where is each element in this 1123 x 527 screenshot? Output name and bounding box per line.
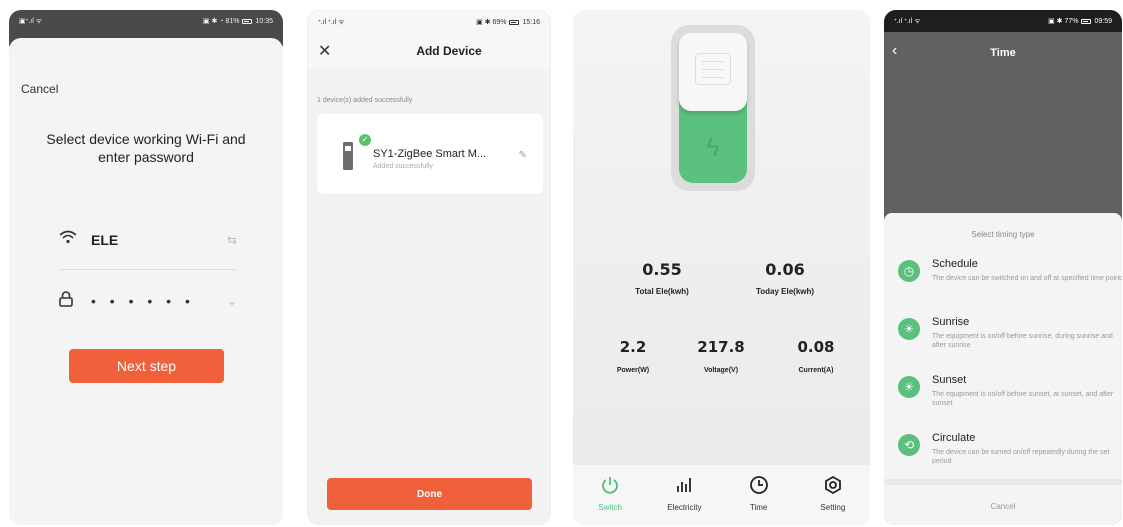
option-name: Sunset <box>932 374 967 386</box>
lightning-icon: ϟ <box>706 132 720 162</box>
cancel-button[interactable]: Cancel <box>21 82 58 96</box>
done-button[interactable]: Done <box>327 478 532 510</box>
page-title: Select device working Wi-Fi and enter pa… <box>46 131 246 165</box>
tab-electricity[interactable]: Electricity <box>647 465 721 525</box>
clock-icon <box>722 475 796 501</box>
battery-icon <box>1081 18 1092 24</box>
lock-icon <box>59 290 83 312</box>
wifi-setup-screen: ▣ᐩ.ıl ᯤ ▣ ✱ ◔ 81% 10:35 Cancel Select dev… <box>9 10 283 525</box>
option-desc: The device can be turned on/off repeated… <box>932 449 1110 465</box>
stat-value: 2.2 <box>619 338 647 356</box>
power-icon <box>573 475 647 501</box>
battery-icon <box>509 19 520 25</box>
tab-time[interactable]: Time <box>722 465 796 525</box>
device-status: Added successfully <box>373 163 433 170</box>
timing-type-sheet: Select timing type ◷ Schedule The device… <box>884 213 1122 525</box>
tab-label: Time <box>749 503 768 512</box>
status-time: 15:16 <box>522 18 540 26</box>
password-field[interactable]: • • • • • • ⌄ <box>59 286 237 316</box>
page-title: Add Device <box>416 44 482 58</box>
stat-label: Current(A) <box>798 367 834 374</box>
page-title: Time <box>990 47 1016 59</box>
stat-label: Today Ele(kwh) <box>755 287 815 296</box>
device-name: SY1-ZigBee Smart M... <box>373 148 487 160</box>
check-icon: ✓ <box>359 134 371 146</box>
bottom-tab-bar: Switch Electricity Time Setting <box>573 465 870 525</box>
loop-icon: ⟲ <box>898 434 920 456</box>
tab-setting[interactable]: Setting <box>796 465 870 525</box>
sheet-title: Select timing type <box>971 230 1035 239</box>
bar-chart-icon <box>647 475 721 501</box>
stat-label: Voltage(V) <box>703 367 739 374</box>
tab-switch[interactable]: Switch <box>573 465 647 525</box>
stat-value: 0.06 <box>765 260 805 279</box>
stat-label: Power(W) <box>616 367 650 374</box>
device-dashboard-screen: ϟ 0.55 Total Ele(kwh) 0.06 Today Ele(kwh… <box>573 10 870 525</box>
wifi-ssid-field[interactable]: ELE ⇆ <box>59 224 237 270</box>
device-icon <box>343 142 353 170</box>
password-value: • • • • • • <box>91 293 195 309</box>
clock-icon: ◷ <box>898 260 920 282</box>
status-bar-right: ▣ ✱ 77% <box>1048 18 1079 25</box>
sunrise-icon: ☀ <box>898 318 920 340</box>
option-name: Sunrise <box>932 316 970 328</box>
sunset-icon: ☀ <box>898 376 920 398</box>
chevron-down-icon[interactable]: ⌄ <box>227 294 237 308</box>
stat-voltage: 217.8 Voltage(V) <box>686 338 756 374</box>
stat-value: 0.08 <box>797 338 835 356</box>
edit-icon[interactable]: ✎ <box>519 150 527 161</box>
wifi-sheet: Cancel Select device working Wi-Fi and e… <box>9 38 283 525</box>
wifi-icon <box>59 230 83 249</box>
settings-icon <box>796 475 870 501</box>
stat-today-ele: 0.06 Today Ele(kwh) <box>735 260 835 296</box>
status-time: 09:59 <box>1094 17 1112 25</box>
header: ‹ Time <box>884 32 1122 72</box>
option-desc: The device can be switched on and off at… <box>932 275 1122 282</box>
status-bar-left: ▣ᐩ.ıl ᯤ <box>19 17 43 25</box>
status-bar: ᐩ.ıl ᐩ.ıl ᯤ ▣ ✱ 77% 09:59 <box>884 10 1122 32</box>
stat-total-ele: 0.55 Total Ele(kwh) <box>617 260 707 296</box>
option-name: Circulate <box>932 432 976 444</box>
option-desc: The equipment is on/off before sunrise, … <box>932 333 1113 349</box>
stat-power: 2.2 Power(W) <box>603 338 663 374</box>
status-bar: ▣ᐩ.ıl ᯤ ▣ ✱ ◔ 81% 10:35 <box>9 10 283 32</box>
option-desc: The equipment is on/off before sunset, a… <box>932 391 1114 407</box>
status-bar-left: ᐩ.ıl ᐩ.ıl ᯤ <box>318 18 345 26</box>
tab-label: Switch <box>598 503 622 512</box>
timer-screen: ᐩ.ıl ᐩ.ıl ᯤ ▣ ✱ 77% 09:59 ‹ Time Select t… <box>884 10 1122 525</box>
device-card[interactable]: ✓ SY1-ZigBee Smart M... Added successful… <box>317 114 543 194</box>
status-bar-left: ᐩ.ıl ᐩ.ıl ᯤ <box>894 17 921 25</box>
divider <box>884 479 1122 485</box>
add-device-screen: ᐩ.ıl ᐩ.ıl ᯤ ▣ ✱ 69% 15:16 ✕ Add Device 1 … <box>307 10 551 525</box>
tab-label: Electricity <box>667 503 702 512</box>
wifi-ssid: ELE <box>91 231 119 248</box>
status-time: 10:35 <box>255 17 273 25</box>
next-step-button[interactable]: Next step <box>69 349 224 383</box>
status-bar-right: ▣ ✱ 69% <box>476 19 507 26</box>
status-bar-right: ▣ ✱ ◔ 81% <box>202 18 240 25</box>
tab-label: Setting <box>820 503 846 512</box>
added-count-text: 1 device(s) added successfully <box>317 97 413 104</box>
stat-current: 0.08 Current(A) <box>783 338 849 374</box>
battery-icon <box>242 18 253 24</box>
device-illustration[interactable]: ϟ <box>671 25 755 191</box>
header: ✕ Add Device <box>308 33 550 69</box>
stat-value: 0.55 <box>642 260 682 279</box>
status-bar: ᐩ.ıl ᐩ.ıl ᯤ ▣ ✱ 69% 15:16 <box>308 11 550 33</box>
cancel-button[interactable]: Cancel <box>884 502 1122 511</box>
stat-value: 217.8 <box>697 338 745 356</box>
switch-network-icon[interactable]: ⇆ <box>227 233 237 247</box>
close-icon[interactable]: ✕ <box>318 41 331 61</box>
stat-label: Total Ele(kwh) <box>635 287 689 296</box>
option-name: Schedule <box>932 258 978 270</box>
